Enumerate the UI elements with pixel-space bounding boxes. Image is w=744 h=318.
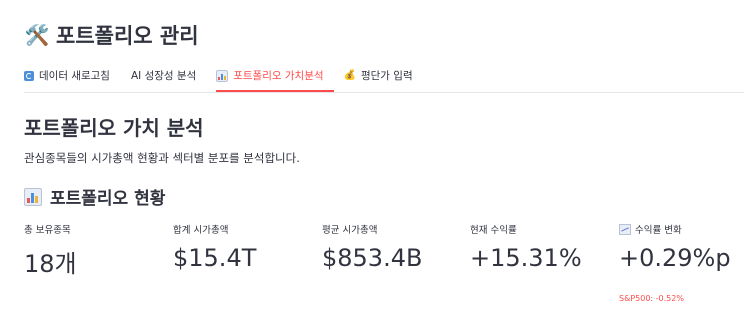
bar-chart-icon <box>24 187 42 206</box>
trend-chart-icon <box>619 223 631 235</box>
tab-label: AI 성장성 분석 <box>130 70 197 82</box>
metric-value: +0.29%p <box>619 244 731 272</box>
tab-label: 포트폴리오 가치분석 <box>233 70 324 82</box>
tab-label: 평단가 입력 <box>360 70 413 82</box>
section-description: 관심종목들의 시가총액 현황과 섹터별 분포를 분석합니다. <box>24 151 300 165</box>
refresh-icon <box>24 70 34 81</box>
page-header: 🛠️ 포트폴리오 관리 <box>24 20 199 50</box>
metric-label: 평균 시가총액 <box>322 225 378 236</box>
hammer-and-wrench-icon: 🛠️ <box>24 23 50 47</box>
section-title: 포트폴리오 가치 분석 <box>24 116 204 140</box>
metric-current-return: 현재 수익률 +15.31% <box>470 222 582 272</box>
metric-value: $15.4T <box>173 244 257 272</box>
metric-value: 18개 <box>24 250 77 278</box>
tab-ai-growth-analysis[interactable]: AI 성장성 분석 <box>130 60 206 91</box>
metric-label: 합계 시가총액 <box>173 225 229 236</box>
tab-portfolio-value-analysis[interactable]: 포트폴리오 가치분석 <box>216 60 334 92</box>
metric-return-change: 수익률 변화 +0.29%p S&P500: -0.52% <box>619 222 731 303</box>
metric-label: 현재 수익률 <box>470 225 517 236</box>
metric-average-market-cap: 평균 시가총액 $853.4B <box>322 222 422 272</box>
tab-average-price-input[interactable]: 💰 평단가 입력 <box>344 60 423 91</box>
tab-refresh-data[interactable]: 데이터 새로고침 <box>24 60 120 91</box>
metric-value: +15.31% <box>470 244 582 272</box>
metric-delta: S&P500: -0.52% <box>619 294 684 303</box>
money-bag-icon: 💰 <box>343 70 356 81</box>
metric-label: 수익률 변화 <box>635 225 682 236</box>
page-title: 포트폴리오 관리 <box>56 24 199 48</box>
metric-label: 총 보유종목 <box>24 225 71 236</box>
tab-bar: 데이터 새로고침 AI 성장성 분석 포트폴리오 가치분석 💰 평단가 입력 <box>24 60 744 93</box>
subsection-header: 포트폴리오 현황 <box>24 184 165 209</box>
metric-value: $853.4B <box>322 244 423 272</box>
metric-total-holdings: 총 보유종목 18개 <box>24 222 77 279</box>
bar-chart-icon <box>216 69 229 82</box>
subsection-title: 포트폴리오 현황 <box>50 189 166 209</box>
metric-total-market-cap: 합계 시가총액 $15.4T <box>173 222 256 272</box>
tab-label: 데이터 새로고침 <box>39 70 110 82</box>
